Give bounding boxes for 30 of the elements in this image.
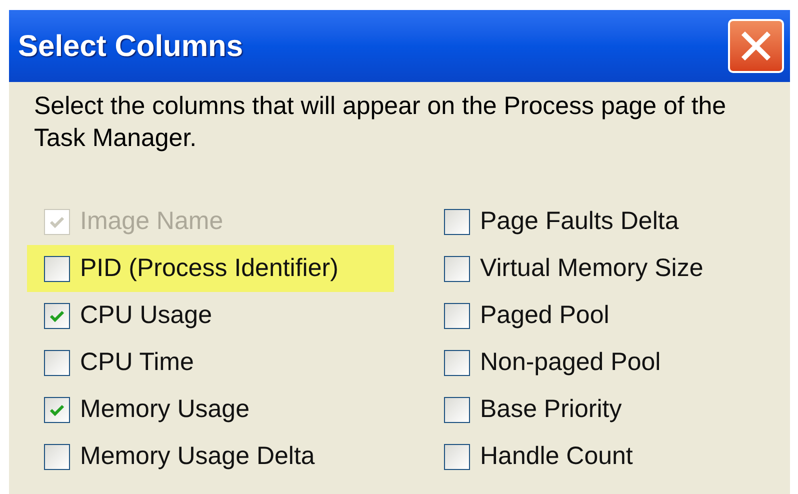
checkbox[interactable] bbox=[444, 350, 470, 376]
check-icon bbox=[49, 402, 65, 416]
checkbox[interactable] bbox=[44, 302, 70, 328]
checkbox-label: Paged Pool bbox=[480, 300, 610, 331]
window-title: Select Columns bbox=[18, 28, 244, 64]
close-icon bbox=[741, 31, 771, 61]
checkbox-label: PID (Process Identifier) bbox=[80, 252, 338, 284]
checkbox[interactable] bbox=[44, 396, 70, 422]
checkbox[interactable] bbox=[444, 256, 470, 282]
check-icon bbox=[49, 214, 65, 228]
close-button[interactable] bbox=[728, 19, 784, 73]
checkbox[interactable] bbox=[444, 302, 470, 328]
checkbox[interactable] bbox=[44, 444, 70, 470]
checkbox[interactable] bbox=[444, 444, 470, 470]
instruction-text: Select the columns that will appear on the Process page of the Task Manager. bbox=[33, 91, 728, 154]
checkbox-label: Handle Count bbox=[480, 440, 633, 472]
checkbox-label: Base Priority bbox=[480, 394, 622, 425]
checkbox-label: Memory Usage Delta bbox=[80, 440, 315, 472]
checkbox[interactable] bbox=[444, 208, 470, 234]
checkbox-label: Non-paged Pool bbox=[480, 346, 661, 378]
checkbox[interactable] bbox=[444, 396, 470, 422]
checkbox-label: CPU Usage bbox=[80, 300, 212, 331]
check-icon bbox=[49, 308, 65, 322]
checkbox-label: Page Faults Delta bbox=[480, 206, 679, 237]
checkbox[interactable] bbox=[44, 350, 70, 376]
checkbox-label: Memory Usage bbox=[80, 394, 250, 425]
checkbox-label: Virtual Memory Size bbox=[480, 252, 704, 284]
checkbox-label: CPU Time bbox=[80, 346, 194, 378]
checkbox-label: Image Name bbox=[80, 206, 224, 237]
checkbox[interactable] bbox=[44, 256, 70, 282]
